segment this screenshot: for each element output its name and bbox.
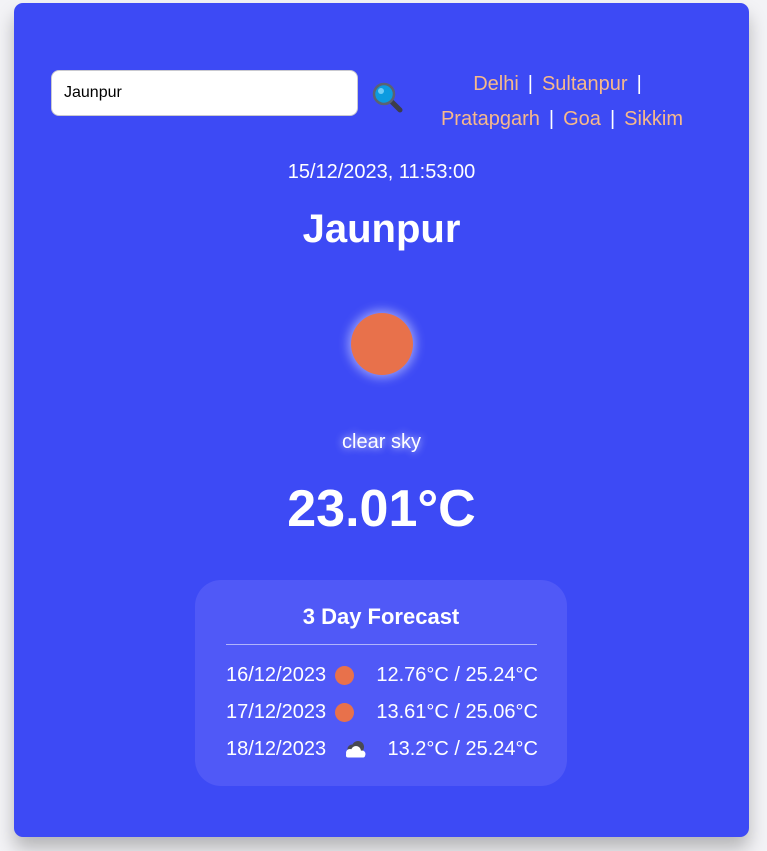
sun-icon xyxy=(335,703,354,722)
city-link-delhi[interactable]: Delhi xyxy=(473,73,519,95)
forecast-date: 16/12/2023 xyxy=(226,664,327,686)
current-temperature: 23.01°C xyxy=(287,480,476,538)
search-button[interactable] xyxy=(371,81,405,115)
cloud-icon xyxy=(346,741,366,758)
weather-card: Delhi | Sultanpur | Pratapgarh | Goa | Sikkim 1… xyxy=(14,3,749,837)
city-link-goa[interactable]: Goa xyxy=(563,108,601,130)
forecast-row: 16/12/2023 12.76°C / 25.24°C xyxy=(195,662,567,690)
forecast-date: 18/12/2023 xyxy=(226,738,327,760)
weather-condition: clear sky xyxy=(342,431,421,453)
city-name: Jaunpur xyxy=(302,207,461,251)
search-input[interactable] xyxy=(51,70,358,116)
city-separator: | xyxy=(527,73,533,95)
forecast-temp-range: 13.61°C / 25.06°C xyxy=(376,701,538,723)
sun-icon xyxy=(351,313,413,375)
current-datetime: 15/12/2023, 11:53:00 xyxy=(287,161,476,183)
forecast-temp-range: 12.76°C / 25.24°C xyxy=(376,664,538,686)
sun-icon xyxy=(335,666,354,685)
forecast-date: 17/12/2023 xyxy=(226,701,327,723)
city-link-pratapgarh[interactable]: Pratapgarh xyxy=(441,108,540,130)
forecast-divider xyxy=(226,644,537,645)
forecast-panel: 3 Day Forecast 16/12/2023 12.76°C / 25.2… xyxy=(195,580,567,786)
magnifier-icon xyxy=(372,82,403,113)
city-link-sultanpur[interactable]: Sultanpur xyxy=(542,73,628,95)
city-separator: | xyxy=(636,73,642,95)
forecast-temp-range: 13.2°C / 25.24°C xyxy=(387,738,538,760)
city-links: Delhi | Sultanpur | Pratapgarh | Goa | Sikkim xyxy=(422,67,702,137)
forecast-row: 17/12/2023 13.61°C / 25.06°C xyxy=(195,699,567,727)
forecast-row: 18/12/2023 13.2°C / 25.24°C xyxy=(195,736,567,764)
forecast-title: 3 Day Forecast xyxy=(302,604,460,629)
city-separator: | xyxy=(548,108,555,130)
city-link-sikkim[interactable]: Sikkim xyxy=(624,108,683,130)
city-separator: | xyxy=(609,108,616,130)
